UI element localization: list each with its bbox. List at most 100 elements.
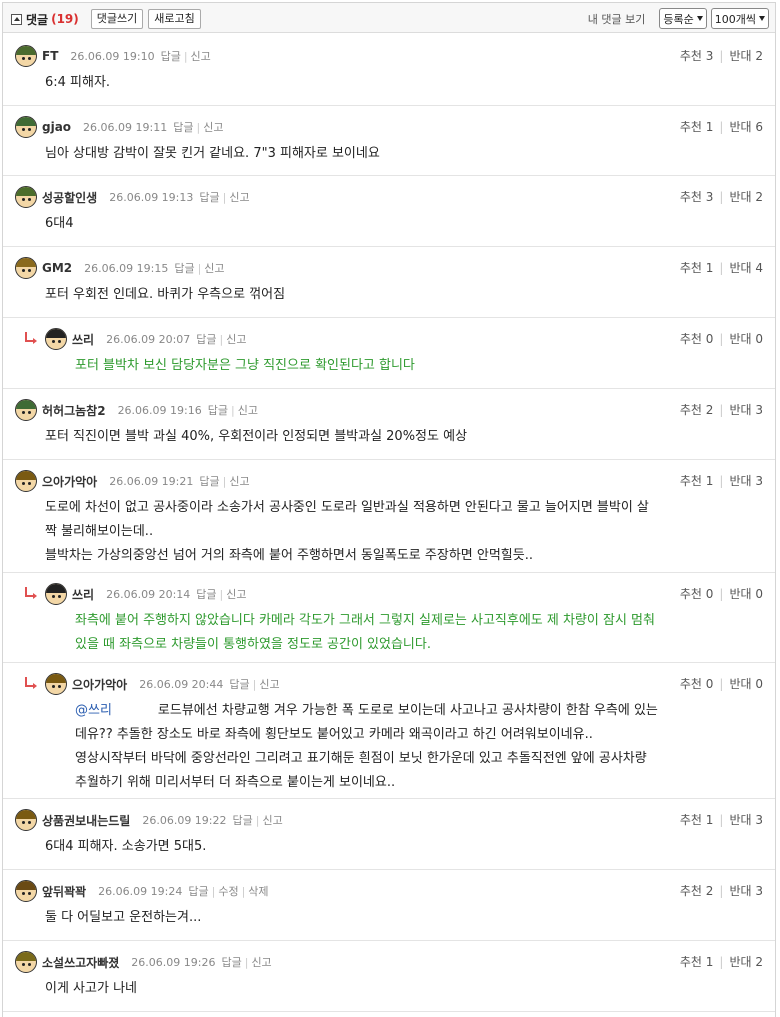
upvote-button[interactable]: 추천 0 [680, 585, 714, 602]
avatar[interactable] [15, 809, 37, 831]
refresh-button[interactable]: 새로고침 [148, 9, 201, 29]
report-link[interactable]: 신고 [229, 473, 249, 489]
reply-comment: 으아가악아 26.06.09 20:44 답글 | 신고 추천 0 | 반대 0 … [3, 663, 775, 799]
downvote-button[interactable]: 반대 6 [729, 118, 763, 135]
author-name[interactable]: 앞뒤꽉꽉 [42, 883, 86, 900]
downvote-count: 6 [755, 120, 763, 134]
reply-link[interactable]: 답글 [199, 473, 219, 489]
comment-body: @쓰리 로드뷰에선 차량교행 겨우 가능한 폭 도로로 보이는데 사고나고 공사차… [75, 699, 735, 795]
delete-link[interactable]: 삭제 [248, 883, 268, 899]
report-link[interactable]: 신고 [251, 954, 271, 970]
author-name[interactable]: gjao [42, 120, 71, 134]
author-name[interactable]: FT [42, 49, 58, 63]
upvote-button[interactable]: 추천 2 [680, 401, 714, 418]
upvote-button[interactable]: 추천 1 [680, 953, 714, 970]
author-name[interactable]: 으아가악아 [72, 676, 127, 693]
report-link[interactable]: 신고 [226, 331, 246, 347]
comment-line: 블박차는 가상의중앙선 넘어 거의 좌측에 붙어 주행하면서 동일폭도로 주장하… [45, 548, 533, 563]
avatar[interactable] [15, 399, 37, 421]
reply-arrow-icon [25, 587, 37, 599]
my-comments-link[interactable]: 내 댓글 보기 [588, 11, 646, 27]
upvote-button[interactable]: 추천 1 [680, 118, 714, 135]
upvote-button[interactable]: 추천 3 [680, 188, 714, 205]
comment-body: 도로에 차선이 없고 공사중이라 소송가서 공사중인 도로라 일반과실 적용하면… [45, 496, 735, 568]
comment-date: 26.06.09 20:14 [106, 587, 191, 601]
author-name[interactable]: 소설쓰고자빠졌 [42, 954, 119, 971]
upvote-count: 2 [705, 884, 714, 898]
reply-link[interactable]: 답글 [221, 954, 241, 970]
reply-link[interactable]: 답글 [161, 48, 181, 64]
avatar[interactable] [15, 951, 37, 973]
downvote-button[interactable]: 반대 3 [729, 472, 763, 489]
comment-line: 포터 우회전 인데요. 바퀴가 우측으로 꺾어짐 [45, 287, 286, 302]
collapse-toggle-icon[interactable] [11, 13, 22, 25]
author-name[interactable]: 성공할인생 [42, 189, 97, 206]
downvote-button[interactable]: 반대 0 [729, 675, 763, 692]
downvote-count: 4 [755, 261, 763, 275]
author-name[interactable]: 상품권보내는드릴 [42, 812, 130, 829]
report-link[interactable]: 신고 [191, 48, 211, 64]
downvote-button[interactable]: 반대 0 [729, 585, 763, 602]
reply-link[interactable]: 답글 [174, 260, 194, 276]
sort-select[interactable]: 등록순 [659, 8, 707, 29]
reply-link[interactable]: 답글 [188, 883, 208, 899]
upvote-button[interactable]: 추천 2 [680, 882, 714, 899]
reply-link[interactable]: 답글 [229, 676, 249, 692]
reply-link[interactable]: 답글 [196, 331, 216, 347]
author-name[interactable]: 쓰리 [72, 331, 94, 348]
edit-link[interactable]: 수정 [218, 883, 238, 899]
per-page-select[interactable]: 100개씩 [710, 8, 769, 29]
author-name[interactable]: GM2 [42, 261, 72, 275]
report-link[interactable]: 신고 [229, 189, 249, 205]
avatar[interactable] [45, 583, 67, 605]
mention-link[interactable]: @쓰리 [75, 703, 112, 718]
upvote-count: 3 [705, 49, 714, 63]
reply-link[interactable]: 답글 [196, 586, 216, 602]
comment-date: 26.06.09 19:15 [84, 261, 169, 275]
downvote-button[interactable]: 반대 3 [729, 811, 763, 828]
upvote-button[interactable]: 추천 1 [680, 472, 714, 489]
avatar[interactable] [15, 880, 37, 902]
upvote-count: 1 [705, 955, 714, 969]
downvote-button[interactable]: 반대 3 [729, 882, 763, 899]
report-link[interactable]: 신고 [226, 586, 246, 602]
report-link[interactable]: 신고 [204, 260, 224, 276]
avatar[interactable] [15, 257, 37, 279]
upvote-button[interactable]: 추천 1 [680, 811, 714, 828]
report-link[interactable]: 신고 [203, 119, 223, 135]
comments-count: (19) [51, 12, 79, 26]
report-link[interactable]: 신고 [259, 676, 279, 692]
author-name[interactable]: 허허그놈참2 [42, 402, 106, 419]
avatar[interactable] [45, 673, 67, 695]
author-name[interactable]: 쓰리 [72, 586, 94, 603]
upvote-button[interactable]: 추천 0 [680, 675, 714, 692]
downvote-button[interactable]: 반대 4 [729, 259, 763, 276]
avatar[interactable] [15, 186, 37, 208]
reply-link[interactable]: 답글 [199, 189, 219, 205]
report-link[interactable]: 신고 [262, 812, 282, 828]
write-comment-button[interactable]: 댓글쓰기 [90, 9, 144, 29]
upvote-count: 0 [705, 677, 714, 691]
downvote-count: 0 [755, 587, 763, 601]
reply-link[interactable]: 답글 [233, 812, 253, 828]
downvote-button[interactable]: 반대 2 [729, 188, 763, 205]
upvote-button[interactable]: 추천 0 [680, 330, 714, 347]
avatar[interactable] [15, 45, 37, 67]
avatar[interactable] [45, 328, 67, 350]
downvote-button[interactable]: 반대 3 [729, 401, 763, 418]
report-link[interactable]: 신고 [238, 402, 258, 418]
downvote-button[interactable]: 반대 2 [729, 47, 763, 64]
downvote-count: 2 [755, 955, 763, 969]
avatar[interactable] [15, 116, 37, 138]
upvote-button[interactable]: 추천 1 [680, 259, 714, 276]
comments-title: 댓글 [26, 12, 49, 27]
author-name[interactable]: 으아가악아 [42, 473, 97, 490]
upvote-button[interactable]: 추천 3 [680, 47, 714, 64]
downvote-button[interactable]: 반대 0 [729, 330, 763, 347]
reply-link[interactable]: 답글 [208, 402, 228, 418]
reply-link[interactable]: 답글 [173, 119, 193, 135]
comment-line: 데유?? 추돌한 장소도 바로 좌측에 횡단보도 붙어있고 카메라 왜곡이라고 … [75, 727, 593, 742]
upvote-count: 1 [705, 813, 714, 827]
avatar[interactable] [15, 470, 37, 492]
downvote-button[interactable]: 반대 2 [729, 953, 763, 970]
